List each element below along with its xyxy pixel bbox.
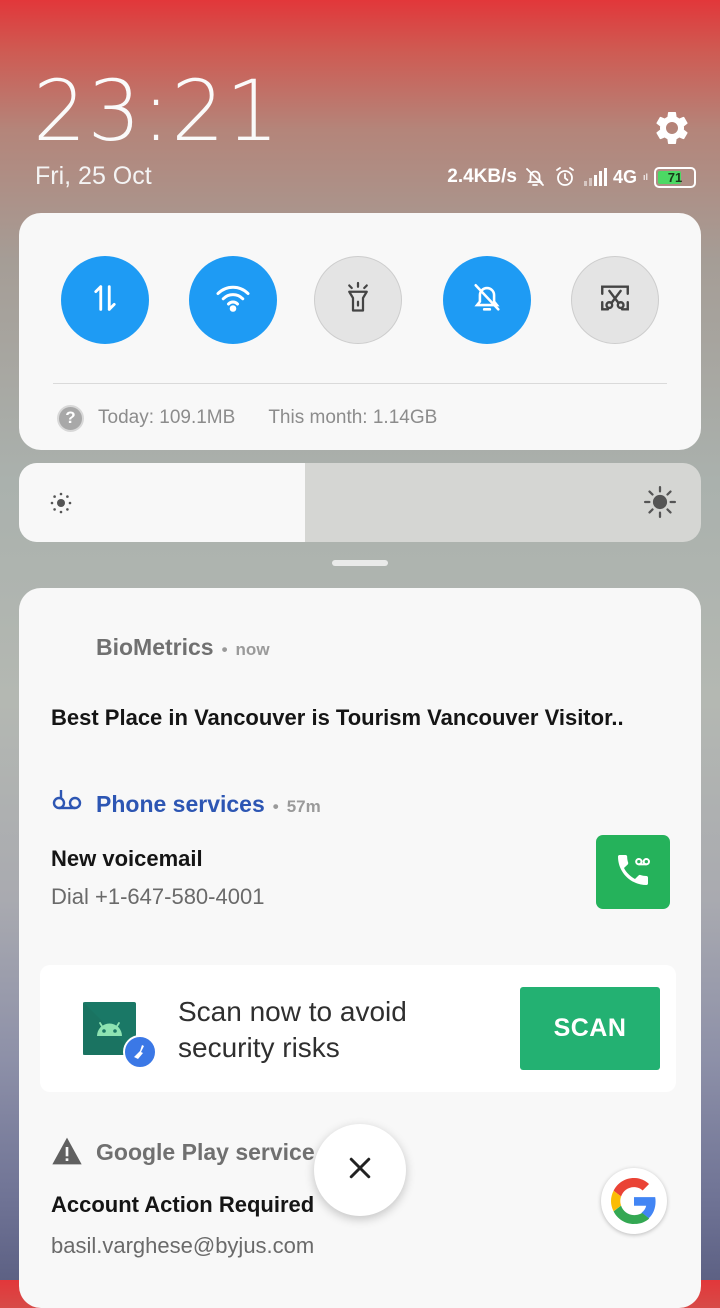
bell-off-icon — [523, 165, 547, 189]
warning-icon — [51, 1136, 83, 1171]
separator-dot: • — [221, 640, 228, 659]
phone-voicemail-icon — [613, 850, 653, 895]
notification-time: 57m — [286, 797, 321, 816]
app-name: Google Play service — [96, 1139, 315, 1165]
screenshot-toggle[interactable] — [571, 256, 659, 344]
network-sub: ıl — [642, 172, 648, 182]
help-icon[interactable]: ? — [57, 404, 84, 432]
app-name: BioMetrics — [96, 634, 214, 660]
broom-icon — [123, 1035, 157, 1069]
scan-message: Scan now to avoid security risks — [178, 996, 407, 1063]
battery-indicator: 71 — [654, 166, 696, 188]
close-icon — [345, 1153, 375, 1188]
security-scan-card[interactable]: Scan now to avoid security risks SCAN — [40, 965, 676, 1092]
google-logo-icon — [601, 1168, 667, 1234]
silent-toggle[interactable] — [443, 256, 531, 344]
divider — [53, 383, 667, 384]
notification-title[interactable]: Best Place in Vancouver is Tourism Vanco… — [51, 705, 624, 731]
network-type: 4G — [612, 166, 637, 187]
network-speed: 2.4KB/s — [447, 166, 517, 187]
flashlight-toggle[interactable] — [314, 256, 402, 344]
flashlight-icon — [343, 281, 373, 320]
data-usage: ? Today: 109.1MB This month: 1.14GB — [57, 403, 437, 433]
drag-handle[interactable] — [332, 560, 388, 566]
usage-month: This month: 1.14GB — [268, 407, 438, 428]
notification-time: now — [235, 640, 270, 659]
notification-app-google-play: Google Play service — [96, 1139, 315, 1166]
wifi-toggle[interactable] — [189, 256, 277, 344]
scissors-icon — [598, 281, 632, 320]
status-bar: 2.4KB/s 4G ıl 71 — [447, 163, 696, 191]
notification-app-phone-services: Phone services • 57m — [96, 791, 321, 818]
alarm-icon — [553, 165, 577, 189]
wifi-icon — [215, 283, 251, 318]
notification-title[interactable]: New voicemail — [51, 846, 203, 872]
app-name: Phone services — [96, 791, 265, 817]
battery-level: 71 — [667, 169, 683, 185]
brightness-low-icon — [49, 491, 73, 520]
brightness-high-icon — [643, 485, 677, 524]
clock-time: 23:21 — [33, 62, 281, 160]
notification-text: Dial +1-647-580-4001 — [51, 884, 265, 909]
notification-text: basil.varghese@byjus.com — [51, 1233, 315, 1258]
notification-title[interactable]: Account Action Required — [51, 1192, 314, 1218]
mobile-data-toggle[interactable] — [61, 256, 149, 344]
notification-app-biometrics: BioMetrics • now — [96, 634, 270, 661]
voicemail-call-button[interactable] — [596, 835, 670, 909]
quick-settings-panel: ? Today: 109.1MB This month: 1.14GB — [19, 213, 701, 450]
brightness-slider[interactable] — [19, 463, 701, 542]
voicemail-icon — [51, 788, 83, 817]
scan-button[interactable]: SCAN — [520, 987, 660, 1070]
clock-date: Fri, 25 Oct — [35, 162, 152, 190]
usage-today: Today: 109.1MB — [98, 407, 236, 428]
data-transfer-icon — [88, 281, 122, 320]
separator-dot: • — [272, 797, 279, 816]
gear-icon[interactable] — [652, 108, 692, 148]
bell-off-icon — [470, 281, 504, 320]
clear-notifications-button[interactable] — [314, 1124, 406, 1216]
signal-icon — [583, 167, 607, 187]
